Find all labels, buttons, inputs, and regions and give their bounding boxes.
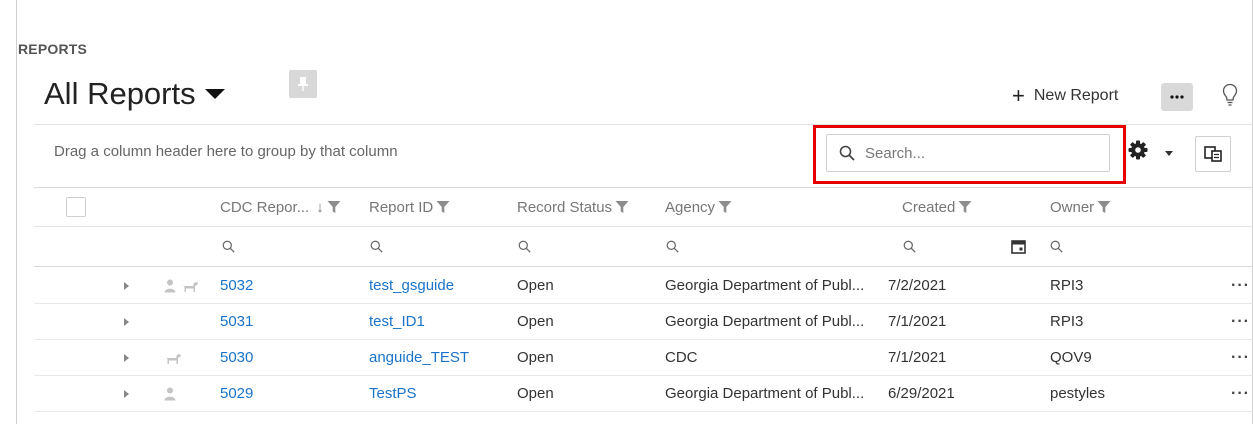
created-date: 7/2/2021: [888, 277, 947, 294]
agency: Georgia Department of Publ...: [665, 313, 865, 330]
search-icon: [370, 240, 383, 253]
row-expander[interactable]: [124, 340, 129, 375]
column-header-cdc-report[interactable]: CDC Repor... ↓: [220, 188, 341, 226]
sort-arrow-icon[interactable]: ↓: [316, 199, 324, 216]
column-label: CDC Repor...: [220, 198, 310, 216]
agency: Georgia Department of Publ...: [665, 385, 865, 402]
filter-icon[interactable]: [958, 200, 972, 214]
filter-icon[interactable]: [615, 200, 629, 214]
search-icon: [1050, 240, 1063, 253]
owner: pestyles: [1050, 385, 1106, 402]
caret-right-icon[interactable]: [124, 389, 129, 398]
record-status: Open: [517, 277, 554, 294]
search-icon: [903, 240, 916, 253]
caret-right-icon[interactable]: [124, 281, 129, 290]
report-id-link[interactable]: TestPS: [369, 376, 417, 411]
created-date: 7/1/2021: [888, 313, 947, 330]
cdc-report-link[interactable]: 5029: [220, 376, 253, 411]
filter-search-owner[interactable]: [1050, 227, 1063, 266]
cdc-report-link[interactable]: 5030: [220, 340, 253, 375]
new-report-label: New Report: [1033, 87, 1119, 104]
calendar-icon[interactable]: [1011, 227, 1026, 266]
column-label: Agency: [665, 198, 716, 216]
dog-icon: [164, 340, 182, 375]
row-expander[interactable]: [124, 268, 129, 303]
select-all-checkbox[interactable]: [66, 197, 86, 217]
filter-icon[interactable]: [718, 200, 732, 214]
select-all-cell: [66, 188, 86, 226]
search-icon: [518, 240, 531, 253]
caret-right-icon[interactable]: [124, 353, 129, 362]
plus-icon: +: [1012, 83, 1025, 108]
agency: CDC: [665, 349, 698, 366]
column-layout-button[interactable]: [1195, 136, 1231, 172]
pin-button[interactable]: [289, 70, 317, 98]
report-id-link[interactable]: test_gsguide: [369, 268, 454, 303]
row-menu-icon[interactable]: ···: [1231, 268, 1250, 303]
row-menu-icon[interactable]: ···: [1231, 376, 1250, 411]
person-icon: [164, 376, 176, 411]
group-by-hint: Drag a column header here to group by th…: [54, 143, 398, 160]
dog-icon: [181, 268, 199, 303]
table-header-row: CDC Repor... ↓ Report ID Record Status A…: [34, 187, 1253, 227]
column-header-report-id[interactable]: Report ID: [369, 188, 450, 226]
owner: RPI3: [1050, 313, 1084, 330]
record-status: Open: [517, 385, 554, 402]
filter-search-record-status[interactable]: [518, 227, 531, 266]
layout-icon: [1204, 146, 1222, 162]
cdc-report-link[interactable]: 5032: [220, 268, 253, 303]
owner: RPI3: [1050, 277, 1084, 294]
table-row[interactable]: 5031 test_ID1 Open Georgia Department of…: [34, 304, 1253, 340]
column-label: Created: [902, 198, 956, 216]
created-date: 6/29/2021: [888, 385, 955, 402]
filter-icon[interactable]: [1097, 200, 1111, 214]
search-icon: [666, 240, 679, 253]
person-icon: [164, 268, 176, 303]
column-header-agency[interactable]: Agency: [665, 188, 732, 226]
row-menu-icon[interactable]: ···: [1231, 340, 1250, 375]
cdc-report-link[interactable]: 5031: [220, 304, 253, 339]
gear-caret-icon[interactable]: [1165, 151, 1173, 156]
column-label: Record Status: [517, 198, 613, 216]
filter-icon[interactable]: [436, 200, 450, 214]
created-date: 7/1/2021: [888, 349, 947, 366]
lightbulb-icon[interactable]: [1222, 83, 1238, 112]
section-label: REPORTS: [18, 41, 88, 57]
caret-right-icon[interactable]: [124, 317, 129, 326]
agency: Georgia Department of Publ...: [665, 277, 865, 294]
pin-icon: [298, 77, 308, 91]
owner: QOV9: [1050, 349, 1092, 366]
column-label: Owner: [1050, 198, 1095, 216]
filter-search-cdc-report[interactable]: [222, 227, 235, 266]
filter-search-agency[interactable]: [666, 227, 679, 266]
filter-search-report-id[interactable]: [370, 227, 383, 266]
column-header-owner[interactable]: Owner: [1050, 188, 1111, 226]
table-row[interactable]: 5030 anguide_TEST Open CDC 7/1/2021 QOV9…: [34, 340, 1253, 376]
column-label: Report ID: [369, 198, 434, 216]
new-report-button[interactable]: + New Report: [1012, 83, 1119, 108]
filter-search-created[interactable]: [903, 227, 916, 266]
record-status: Open: [517, 349, 554, 366]
table-row[interactable]: 5029 TestPS Open Georgia Department of P…: [34, 376, 1253, 412]
column-header-created[interactable]: Created: [902, 188, 972, 226]
report-view-selector[interactable]: All Reports: [44, 76, 225, 112]
table-row[interactable]: 5032 test_gsguide Open Georgia Departmen…: [34, 268, 1253, 304]
column-header-record-status[interactable]: Record Status: [517, 188, 629, 226]
report-id-link[interactable]: anguide_TEST: [369, 340, 469, 375]
search-icon: [222, 240, 235, 253]
ellipsis-icon: [1170, 95, 1184, 99]
more-options-button[interactable]: [1161, 83, 1193, 111]
record-status: Open: [517, 313, 554, 330]
column-filter-row: [34, 227, 1253, 267]
row-expander[interactable]: [124, 376, 129, 411]
row-expander[interactable]: [124, 304, 129, 339]
row-menu-icon[interactable]: ···: [1231, 304, 1250, 339]
caret-down-icon[interactable]: [204, 89, 225, 99]
report-id-link[interactable]: test_ID1: [369, 304, 425, 339]
filter-icon[interactable]: [327, 200, 341, 214]
gear-icon[interactable]: [1128, 140, 1148, 165]
page-title: All Reports: [44, 76, 196, 111]
search-highlight-box: [813, 125, 1126, 184]
